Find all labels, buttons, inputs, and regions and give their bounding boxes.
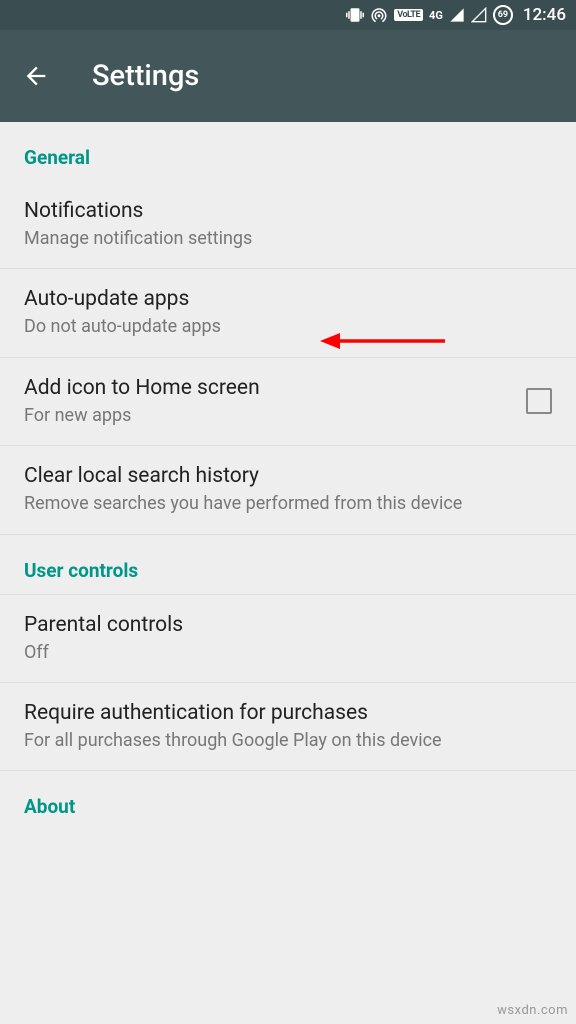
setting-clear-search[interactable]: Clear local search history Remove search… — [0, 446, 576, 534]
setting-subtitle: For new apps — [24, 404, 510, 427]
setting-subtitle: Remove searches you have performed from … — [24, 492, 552, 515]
hotspot-icon — [370, 6, 388, 24]
setting-title: Notifications — [24, 199, 552, 223]
setting-subtitle: Do not auto-update apps — [24, 315, 552, 338]
app-bar: Settings — [0, 30, 576, 122]
signal-roaming-icon — [471, 6, 487, 24]
status-bar: VoLTE 4G 69 12:46 — [0, 0, 576, 30]
setting-title: Add icon to Home screen — [24, 376, 510, 400]
setting-add-icon-home[interactable]: Add icon to Home screen For new apps — [0, 358, 576, 446]
setting-parental-controls[interactable]: Parental controls Off — [0, 594, 576, 683]
section-header-general: General — [0, 122, 576, 181]
clock: 12:46 — [523, 5, 566, 25]
setting-subtitle: Manage notification settings — [24, 227, 552, 250]
settings-content: General Notifications Manage notificatio… — [0, 122, 576, 830]
setting-title: Parental controls — [24, 613, 552, 637]
watermark: wsxdn.com — [497, 1003, 568, 1018]
section-header-about: About — [0, 771, 576, 830]
setting-title: Require authentication for purchases — [24, 701, 552, 725]
setting-auto-update[interactable]: Auto-update apps Do not auto-update apps — [0, 269, 576, 357]
setting-title: Auto-update apps — [24, 287, 552, 311]
setting-require-auth[interactable]: Require authentication for purchases For… — [0, 683, 576, 771]
vibrate-icon — [346, 6, 364, 24]
volte-badge: VoLTE — [394, 9, 423, 21]
network-4g-label: 4G — [429, 6, 443, 24]
section-header-user-controls: User controls — [0, 535, 576, 594]
status-icons: VoLTE 4G 69 12:46 — [346, 5, 566, 25]
setting-notifications[interactable]: Notifications Manage notification settin… — [0, 181, 576, 269]
page-title: Settings — [92, 59, 199, 93]
battery-circle-icon: 69 — [493, 5, 513, 25]
signal-icon — [449, 6, 465, 24]
checkbox-add-icon[interactable] — [526, 388, 552, 414]
setting-subtitle: Off — [24, 641, 552, 664]
setting-title: Clear local search history — [24, 464, 552, 488]
setting-subtitle: For all purchases through Google Play on… — [24, 729, 552, 752]
back-arrow-icon[interactable] — [22, 62, 50, 90]
